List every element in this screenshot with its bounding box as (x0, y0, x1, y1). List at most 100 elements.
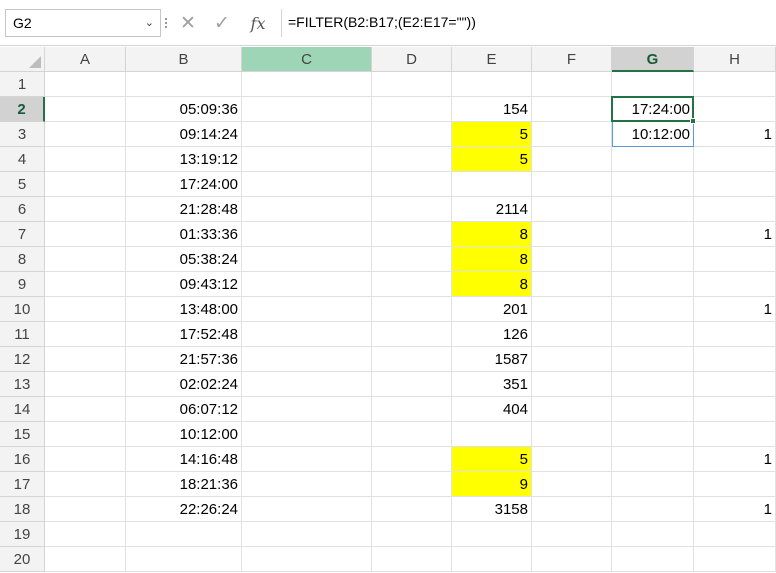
cell-d16[interactable] (372, 447, 452, 472)
cell-g12[interactable] (612, 347, 694, 372)
cell-c2[interactable] (242, 97, 372, 122)
row-header-7[interactable]: 7 (0, 222, 45, 247)
cell-f16[interactable] (532, 447, 612, 472)
cell-e10[interactable]: 201 (452, 297, 532, 322)
cell-f19[interactable] (532, 522, 612, 547)
column-header-c[interactable]: C (242, 47, 372, 72)
cell-h5[interactable] (694, 172, 776, 197)
cell-b13[interactable]: 02:02:24 (126, 372, 242, 397)
cell-h17[interactable] (694, 472, 776, 497)
cell-b10[interactable]: 13:48:00 (126, 297, 242, 322)
cell-c4[interactable] (242, 147, 372, 172)
cell-d8[interactable] (372, 247, 452, 272)
cell-a13[interactable] (45, 372, 126, 397)
row-header-20[interactable]: 20 (0, 547, 45, 572)
cell-h12[interactable] (694, 347, 776, 372)
cell-d6[interactable] (372, 197, 452, 222)
cell-h8[interactable] (694, 247, 776, 272)
cell-g18[interactable] (612, 497, 694, 522)
cell-c19[interactable] (242, 522, 372, 547)
cell-e2[interactable]: 154 (452, 97, 532, 122)
cell-c3[interactable] (242, 122, 372, 147)
cell-e15[interactable] (452, 422, 532, 447)
cell-f20[interactable] (532, 547, 612, 572)
cell-e12[interactable]: 1587 (452, 347, 532, 372)
column-header-d[interactable]: D (372, 47, 452, 72)
cell-e13[interactable]: 351 (452, 372, 532, 397)
cell-d10[interactable] (372, 297, 452, 322)
cell-e20[interactable] (452, 547, 532, 572)
cell-g9[interactable] (612, 272, 694, 297)
cell-g5[interactable] (612, 172, 694, 197)
cell-d17[interactable] (372, 472, 452, 497)
cell-d19[interactable] (372, 522, 452, 547)
cell-a1[interactable] (45, 72, 126, 97)
cell-b5[interactable]: 17:24:00 (126, 172, 242, 197)
cell-f13[interactable] (532, 372, 612, 397)
cell-h9[interactable] (694, 272, 776, 297)
cell-a14[interactable] (45, 397, 126, 422)
cell-e8[interactable]: 8 (452, 247, 532, 272)
column-header-g[interactable]: G (612, 47, 694, 72)
cell-a4[interactable] (45, 147, 126, 172)
cell-a2[interactable] (45, 97, 126, 122)
cell-c18[interactable] (242, 497, 372, 522)
cell-g7[interactable] (612, 222, 694, 247)
cell-h10[interactable]: 1 (694, 297, 776, 322)
cell-a10[interactable] (45, 297, 126, 322)
row-header-8[interactable]: 8 (0, 247, 45, 272)
cell-b12[interactable]: 21:57:36 (126, 347, 242, 372)
cell-g15[interactable] (612, 422, 694, 447)
cancel-icon[interactable]: ✕ (174, 9, 202, 37)
enter-icon[interactable]: ✓ (208, 9, 236, 37)
row-header-12[interactable]: 12 (0, 347, 45, 372)
cell-b15[interactable]: 10:12:00 (126, 422, 242, 447)
cell-b17[interactable]: 18:21:36 (126, 472, 242, 497)
cell-g8[interactable] (612, 247, 694, 272)
cell-h4[interactable] (694, 147, 776, 172)
row-header-15[interactable]: 15 (0, 422, 45, 447)
cell-d1[interactable] (372, 72, 452, 97)
cell-c14[interactable] (242, 397, 372, 422)
cell-c6[interactable] (242, 197, 372, 222)
cell-b9[interactable]: 09:43:12 (126, 272, 242, 297)
cell-a8[interactable] (45, 247, 126, 272)
cell-g6[interactable] (612, 197, 694, 222)
cell-b16[interactable]: 14:16:48 (126, 447, 242, 472)
cell-b20[interactable] (126, 547, 242, 572)
cell-a6[interactable] (45, 197, 126, 222)
row-header-2[interactable]: 2 (0, 97, 45, 122)
name-box[interactable]: G2 ⌄ (5, 9, 161, 37)
cell-b7[interactable]: 01:33:36 (126, 222, 242, 247)
cell-g1[interactable] (612, 72, 694, 97)
row-header-16[interactable]: 16 (0, 447, 45, 472)
cell-d14[interactable] (372, 397, 452, 422)
cell-f18[interactable] (532, 497, 612, 522)
cell-e5[interactable] (452, 172, 532, 197)
cell-g17[interactable] (612, 472, 694, 497)
cell-c11[interactable] (242, 322, 372, 347)
cell-c13[interactable] (242, 372, 372, 397)
cell-e4[interactable]: 5 (452, 147, 532, 172)
cell-d18[interactable] (372, 497, 452, 522)
cell-b18[interactable]: 22:26:24 (126, 497, 242, 522)
cell-c12[interactable] (242, 347, 372, 372)
cell-h14[interactable] (694, 397, 776, 422)
cell-e1[interactable] (452, 72, 532, 97)
row-header-11[interactable]: 11 (0, 322, 45, 347)
drag-handle-icon[interactable] (164, 18, 168, 30)
cell-c15[interactable] (242, 422, 372, 447)
cell-b3[interactable]: 09:14:24 (126, 122, 242, 147)
cell-a3[interactable] (45, 122, 126, 147)
cell-a19[interactable] (45, 522, 126, 547)
cell-e9[interactable]: 8 (452, 272, 532, 297)
cell-e18[interactable]: 3158 (452, 497, 532, 522)
cell-a11[interactable] (45, 322, 126, 347)
cell-a18[interactable] (45, 497, 126, 522)
column-header-e[interactable]: E (452, 47, 532, 72)
cell-g13[interactable] (612, 372, 694, 397)
row-header-6[interactable]: 6 (0, 197, 45, 222)
cell-b8[interactable]: 05:38:24 (126, 247, 242, 272)
row-header-3[interactable]: 3 (0, 122, 45, 147)
cell-c17[interactable] (242, 472, 372, 497)
